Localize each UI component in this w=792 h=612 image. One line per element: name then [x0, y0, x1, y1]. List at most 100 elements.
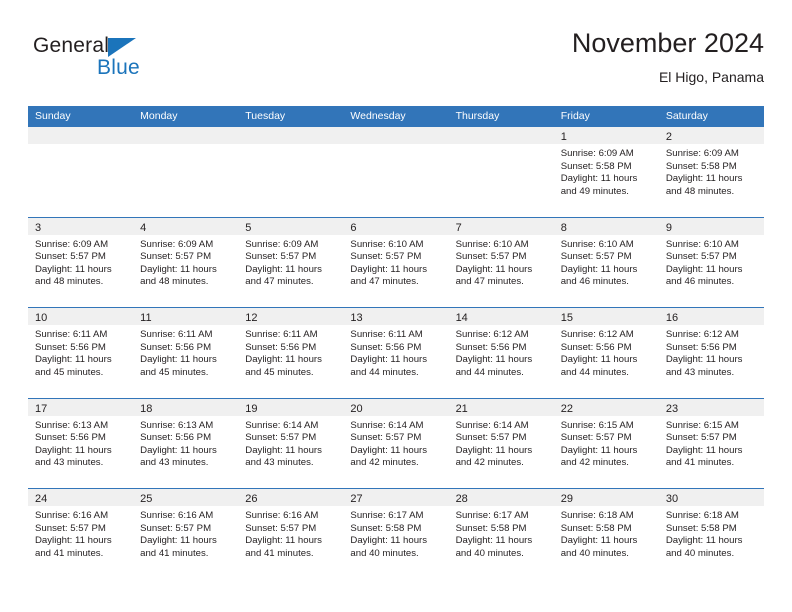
day-details: Sunrise: 6:09 AM Sunset: 5:57 PM Daylight:…	[133, 235, 238, 289]
calendar-day-cell[interactable]: 16 Sunrise: 6:12 AM Sunset: 5:56 PM Dayligh…	[658, 308, 764, 398]
sunset-text: Sunset: 5:56 PM	[560, 341, 632, 353]
day-details: Sunrise: 6:09 AM Sunset: 5:57 PM Daylight:…	[238, 235, 343, 289]
day-number: 12	[245, 312, 258, 324]
calendar-day-cell[interactable]: 8 Sunrise: 6:10 AM Sunset: 5:57 PM Daylight…	[553, 217, 659, 307]
daylight-text-line1: Daylight: 11 hours	[350, 354, 428, 366]
day-number-band: 21	[448, 398, 554, 416]
brand-logo[interactable]: General Blue	[33, 34, 213, 90]
day-number: 15	[560, 312, 573, 324]
calendar-day-cell[interactable]: 12 Sunrise: 6:11 AM Sunset: 5:56 PM Dayligh…	[238, 308, 344, 398]
daylight-text-line1: Daylight: 11 hours	[35, 444, 112, 456]
calendar-page: General Blue November 2024 El Higo, Pana…	[0, 0, 792, 612]
calendar-day-cell[interactable]: 30 Sunrise: 6:18 AM Sunset: 5:58 PM Dayligh…	[658, 489, 764, 579]
day-number-band	[238, 127, 344, 144]
calendar-day-cell[interactable]: 10 Sunrise: 6:11 AM Sunset: 5:56 PM Dayligh…	[28, 308, 134, 398]
calendar-day-cell[interactable]: 21 Sunrise: 6:14 AM Sunset: 5:57 PM Dayligh…	[448, 398, 554, 488]
day-details: Sunrise: 6:09 AM Sunset: 5:58 PM Daylight:…	[554, 144, 659, 198]
calendar-day-cell[interactable]: 27 Sunrise: 6:17 AM Sunset: 5:58 PM Dayligh…	[343, 489, 449, 579]
calendar-day-cell-empty	[343, 127, 449, 217]
calendar-day-cell[interactable]: 1 Sunrise: 6:09 AM Sunset: 5:58 PM Daylight…	[553, 127, 659, 217]
calendar-day-cell[interactable]: 15 Sunrise: 6:12 AM Sunset: 5:56 PM Dayligh…	[553, 308, 659, 398]
sunset-text: Sunset: 5:57 PM	[245, 432, 317, 444]
sunset-text: Sunset: 5:58 PM	[665, 522, 737, 534]
calendar-day-cell[interactable]: 13 Sunrise: 6:11 AM Sunset: 5:56 PM Dayligh…	[343, 308, 449, 398]
calendar-grid: Sunday Monday Tuesday Wednesday Thursday…	[28, 106, 764, 579]
sunrise-text: Sunrise: 6:18 AM	[560, 510, 634, 521]
daylight-text-line2: and 48 minutes.	[35, 276, 104, 288]
calendar-day-cell[interactable]: 19 Sunrise: 6:14 AM Sunset: 5:57 PM Dayligh…	[238, 398, 344, 488]
daylight-text-line1: Daylight: 11 hours	[455, 263, 533, 275]
day-number: 30	[665, 493, 679, 505]
daylight-text-line2: and 48 minutes.	[140, 276, 209, 288]
day-number: 11	[140, 312, 152, 324]
day-details: Sunrise: 6:09 AM Sunset: 5:58 PM Daylight:…	[659, 144, 764, 198]
day-number-band	[343, 127, 449, 144]
day-details: Sunrise: 6:16 AM Sunset: 5:57 PM Daylight:…	[238, 506, 343, 560]
sunset-text: Sunset: 5:57 PM	[560, 251, 632, 263]
sunset-text: Sunset: 5:56 PM	[140, 432, 212, 444]
day-number: 9	[665, 221, 672, 234]
day-number-band: 11	[133, 308, 239, 325]
daylight-text-line2: and 48 minutes.	[665, 185, 735, 197]
calendar-day-cell[interactable]: 2 Sunrise: 6:09 AM Sunset: 5:58 PM Daylight…	[658, 127, 764, 217]
calendar-day-cell[interactable]: 7 Sunrise: 6:10 AM Sunset: 5:57 PM Daylight…	[448, 217, 554, 307]
sunrise-text: Sunrise: 6:14 AM	[350, 419, 424, 431]
daylight-text-line1: Daylight: 11 hours	[245, 263, 322, 275]
daylight-text-line1: Daylight: 11 hours	[35, 535, 112, 547]
day-number-band: 8	[553, 217, 659, 235]
sunrise-text: Sunrise: 6:11 AM	[35, 329, 108, 340]
day-number	[133, 131, 140, 143]
calendar-day-cell[interactable]: 6 Sunrise: 6:10 AM Sunset: 5:57 PM Daylight…	[343, 217, 449, 307]
day-details: Sunrise: 6:18 AM Sunset: 5:58 PM Daylight:…	[659, 506, 764, 560]
sunrise-text: Sunrise: 6:11 AM	[245, 329, 318, 340]
day-details: Sunrise: 6:13 AM Sunset: 5:56 PM Daylight:…	[28, 416, 133, 470]
calendar-week-row: 17 Sunrise: 6:13 AM Sunset: 5:56 PM Dayligh…	[28, 397, 764, 488]
calendar-day-cell[interactable]: 29 Sunrise: 6:18 AM Sunset: 5:58 PM Dayligh…	[553, 489, 659, 579]
brand-name-general: General	[33, 34, 110, 57]
daylight-text-line1: Daylight: 11 hours	[35, 263, 112, 275]
calendar-day-cell[interactable]: 4 Sunrise: 6:09 AM Sunset: 5:57 PM Daylight…	[133, 217, 239, 307]
day-details: Sunrise: 6:15 AM Sunset: 5:57 PM Daylight:…	[554, 416, 659, 470]
sunset-text: Sunset: 5:56 PM	[665, 341, 737, 353]
calendar-day-cell[interactable]: 22 Sunrise: 6:15 AM Sunset: 5:57 PM Dayligh…	[553, 398, 659, 488]
day-number: 16	[665, 312, 679, 324]
daylight-text-line2: and 41 minutes.	[665, 457, 735, 469]
day-number: 2	[665, 131, 672, 143]
daylight-text-line1: Daylight: 11 hours	[560, 173, 638, 185]
day-number-band: 9	[658, 217, 764, 235]
sunset-text: Sunset: 5:58 PM	[455, 522, 527, 534]
sunrise-text: Sunrise: 6:09 AM	[560, 148, 634, 159]
daylight-text-line2: and 44 minutes.	[560, 366, 629, 378]
calendar-day-cell[interactable]: 11 Sunrise: 6:11 AM Sunset: 5:56 PM Dayligh…	[133, 308, 239, 398]
calendar-day-cell[interactable]: 14 Sunrise: 6:12 AM Sunset: 5:56 PM Dayligh…	[448, 308, 554, 398]
day-number-band: 12	[238, 308, 344, 325]
day-number-band	[448, 127, 554, 144]
sunrise-text: Sunrise: 6:09 AM	[35, 238, 109, 250]
calendar-weeks: 1 Sunrise: 6:09 AM Sunset: 5:58 PM Daylight…	[28, 127, 764, 579]
day-details: Sunrise: 6:14 AM Sunset: 5:57 PM Daylight:…	[238, 416, 343, 470]
day-number-band: 4	[133, 217, 239, 235]
sunset-text: Sunset: 5:58 PM	[560, 160, 632, 172]
day-number-band: 18	[133, 398, 239, 416]
day-number-band: 3	[28, 217, 134, 235]
brand-triangle-icon	[108, 38, 136, 57]
calendar-week-row: 10 Sunrise: 6:11 AM Sunset: 5:56 PM Dayligh…	[28, 307, 764, 398]
calendar-day-cell[interactable]: 5 Sunrise: 6:09 AM Sunset: 5:57 PM Daylight…	[238, 217, 344, 307]
day-number-band: 22	[553, 398, 659, 416]
calendar-day-cell[interactable]: 20 Sunrise: 6:14 AM Sunset: 5:57 PM Dayligh…	[343, 398, 449, 488]
sunrise-text: Sunrise: 6:17 AM	[455, 510, 529, 521]
calendar-day-cell[interactable]: 17 Sunrise: 6:13 AM Sunset: 5:56 PM Dayligh…	[28, 398, 134, 488]
weekday-header-wednesday: Wednesday	[350, 110, 406, 122]
calendar-day-cell[interactable]: 3 Sunrise: 6:09 AM Sunset: 5:57 PM Daylight…	[28, 217, 134, 307]
calendar-day-cell[interactable]: 24 Sunrise: 6:16 AM Sunset: 5:57 PM Dayligh…	[28, 489, 134, 579]
daylight-text-line2: and 40 minutes.	[560, 547, 629, 559]
day-number-band: 13	[343, 308, 449, 325]
calendar-day-cell[interactable]: 28 Sunrise: 6:17 AM Sunset: 5:58 PM Dayligh…	[448, 489, 554, 579]
daylight-text-line2: and 45 minutes.	[140, 366, 209, 378]
calendar-day-cell[interactable]: 23 Sunrise: 6:15 AM Sunset: 5:57 PM Dayligh…	[658, 398, 764, 488]
calendar-day-cell[interactable]: 18 Sunrise: 6:13 AM Sunset: 5:56 PM Dayligh…	[133, 398, 239, 488]
calendar-day-cell[interactable]: 26 Sunrise: 6:16 AM Sunset: 5:57 PM Dayligh…	[238, 489, 344, 579]
calendar-day-cell[interactable]: 9 Sunrise: 6:10 AM Sunset: 5:57 PM Daylight…	[658, 217, 764, 307]
sunset-text: Sunset: 5:57 PM	[665, 432, 737, 444]
calendar-day-cell[interactable]: 25 Sunrise: 6:16 AM Sunset: 5:57 PM Dayligh…	[133, 489, 239, 579]
